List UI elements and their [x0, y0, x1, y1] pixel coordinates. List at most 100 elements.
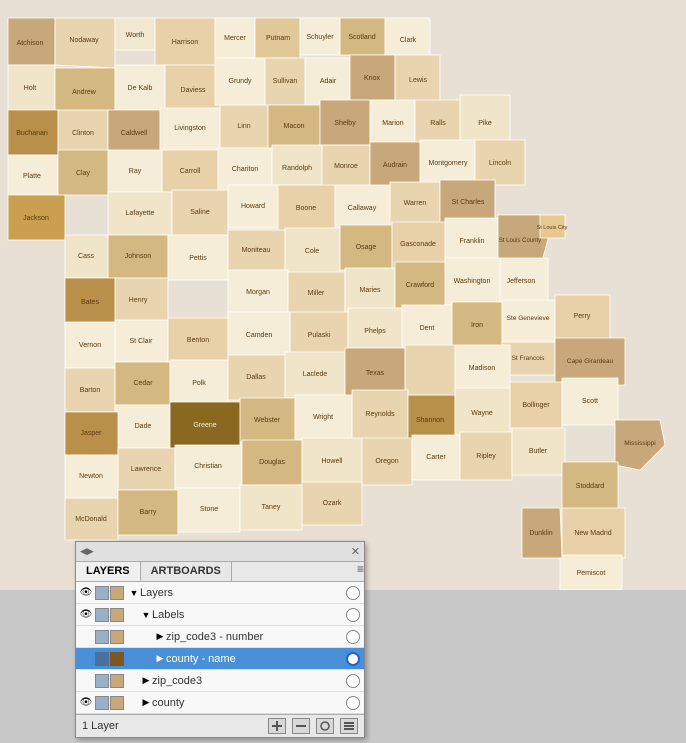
eye-icon-county[interactable]: 👁 — [78, 695, 94, 711]
svg-text:Cass: Cass — [78, 253, 94, 260]
swatch2-county — [110, 696, 124, 710]
layer-indent-zip3: ▶ zip_code3 — [126, 675, 344, 687]
svg-text:Buchanan: Buchanan — [16, 130, 48, 137]
tab-layers[interactable]: LAYERS — [76, 562, 141, 581]
svg-text:Maries: Maries — [359, 287, 381, 294]
svg-text:Jackson: Jackson — [23, 215, 49, 222]
svg-text:Putnam: Putnam — [266, 35, 290, 42]
svg-text:Mercer: Mercer — [224, 35, 246, 42]
svg-text:Ripley: Ripley — [476, 453, 496, 460]
svg-text:Warren: Warren — [404, 200, 427, 207]
svg-text:Carter: Carter — [426, 454, 446, 461]
svg-text:Gasconade: Gasconade — [400, 241, 436, 248]
layer-circle-labels[interactable] — [346, 608, 360, 622]
svg-text:St Charles: St Charles — [452, 199, 485, 206]
svg-text:Lawrence: Lawrence — [131, 466, 161, 473]
swatch1-layers — [95, 586, 109, 600]
panel-menu-icon[interactable]: ≡ — [357, 562, 364, 581]
svg-text:Howell: Howell — [321, 458, 342, 465]
svg-text:Chariton: Chariton — [232, 166, 259, 173]
svg-text:Clinton: Clinton — [72, 130, 94, 137]
expand-county[interactable]: ▶ — [140, 697, 152, 709]
svg-text:Barton: Barton — [80, 387, 101, 394]
layer-name-labels: Labels — [152, 609, 344, 621]
svg-text:Caldwell: Caldwell — [121, 130, 148, 137]
panel-close-icon[interactable]: ✕ — [351, 545, 360, 558]
svg-text:Greene: Greene — [193, 422, 216, 429]
svg-text:Stone: Stone — [200, 506, 218, 513]
panel-content: 👁 ▼ Layers 👁 — [76, 582, 364, 714]
svg-text:Sullivan: Sullivan — [273, 78, 298, 85]
svg-text:Marion: Marion — [382, 120, 404, 127]
expand-layers[interactable]: ▼ — [128, 587, 140, 599]
layer-circle-county[interactable] — [346, 696, 360, 710]
svg-text:McDonald: McDonald — [75, 516, 107, 523]
svg-text:Scott: Scott — [582, 398, 598, 405]
layer-circle-county-name[interactable] — [346, 652, 360, 666]
svg-text:Bollinger: Bollinger — [522, 402, 550, 409]
svg-text:St Louis City: St Louis City — [537, 225, 568, 231]
eye-icon-labels[interactable]: 👁 — [78, 607, 94, 623]
svg-text:Callaway: Callaway — [348, 205, 377, 212]
layer-circle-layers[interactable] — [346, 586, 360, 600]
expand-labels[interactable]: ▼ — [140, 609, 152, 621]
new-layer-button[interactable] — [268, 718, 286, 734]
svg-text:Platte: Platte — [23, 173, 41, 180]
layer-row-labels[interactable]: 👁 ▼ Labels — [76, 604, 364, 626]
panel-titlebar: ◀▶ ✕ — [76, 542, 364, 562]
layer-row-zip-code3-number[interactable]: 👁 ▶ zip_code3 - number — [76, 626, 364, 648]
svg-text:Butler: Butler — [529, 448, 548, 455]
svg-text:Dent: Dent — [420, 325, 435, 332]
layer-indent-county-name: ▶ county - name — [126, 653, 344, 665]
svg-text:Laclede: Laclede — [303, 371, 328, 378]
layer-row-zip-code3[interactable]: 👁 ▶ zip_code3 — [76, 670, 364, 692]
svg-text:Jasper: Jasper — [80, 430, 102, 437]
swatch2-zip — [110, 630, 124, 644]
svg-text:Dallas: Dallas — [246, 374, 266, 381]
svg-text:Ralls: Ralls — [430, 120, 446, 127]
svg-text:Iron: Iron — [471, 322, 483, 329]
layer-visibility-icons-zip: 👁 — [76, 629, 126, 645]
layer-visibility-icons: 👁 — [76, 585, 126, 601]
svg-text:Pettis: Pettis — [189, 255, 207, 262]
swatch2-county-name — [110, 652, 124, 666]
layer-row-layers[interactable]: 👁 ▼ Layers — [76, 582, 364, 604]
tab-artboards[interactable]: ARTBOARDS — [141, 562, 232, 581]
move-selection-button[interactable] — [316, 718, 334, 734]
svg-text:Lafayette: Lafayette — [126, 210, 155, 217]
panel-tabs: LAYERS ARTBOARDS ≡ — [76, 562, 364, 582]
layer-name-zip-code3: zip_code3 — [152, 675, 344, 687]
swatch2-layers — [110, 586, 124, 600]
svg-text:Monroe: Monroe — [334, 163, 358, 170]
layer-circle-zip-code3-number[interactable] — [346, 630, 360, 644]
svg-text:Wright: Wright — [313, 414, 333, 421]
layer-visibility-icons-county: 👁 — [76, 695, 126, 711]
svg-text:Harrison: Harrison — [172, 39, 199, 46]
svg-text:Washington: Washington — [454, 278, 491, 285]
svg-text:Nodaway: Nodaway — [69, 37, 99, 44]
svg-text:Ray: Ray — [129, 168, 142, 175]
delete-layer-button[interactable] — [292, 718, 310, 734]
svg-text:Dade: Dade — [135, 423, 152, 430]
svg-text:Camden: Camden — [246, 332, 273, 339]
svg-text:Holt: Holt — [24, 85, 37, 92]
layer-row-county-name[interactable]: 👁 ▶ county - name — [76, 648, 364, 670]
svg-text:Macon: Macon — [283, 123, 304, 130]
svg-text:Atchison: Atchison — [17, 40, 44, 47]
svg-text:Pulaski: Pulaski — [308, 332, 331, 339]
svg-text:Carroll: Carroll — [180, 168, 201, 175]
layer-row-county[interactable]: 👁 ▶ county — [76, 692, 364, 714]
eye-icon-layers[interactable]: 👁 — [78, 585, 94, 601]
move-to-new-layer-button[interactable] — [340, 718, 358, 734]
expand-county-name[interactable]: ▶ — [154, 653, 166, 665]
svg-text:Texas: Texas — [366, 370, 385, 377]
svg-text:Cole: Cole — [305, 248, 320, 255]
svg-text:Morgan: Morgan — [246, 289, 270, 296]
layer-circle-zip3[interactable] — [346, 674, 360, 688]
expand-zip-code3[interactable]: ▶ — [140, 675, 152, 687]
svg-text:Johnson: Johnson — [125, 253, 152, 260]
expand-zip-code3-number[interactable]: ▶ — [154, 631, 166, 643]
svg-text:Phelps: Phelps — [364, 328, 386, 335]
svg-text:Knox: Knox — [364, 75, 380, 82]
svg-text:Mississippi: Mississippi — [624, 440, 655, 447]
